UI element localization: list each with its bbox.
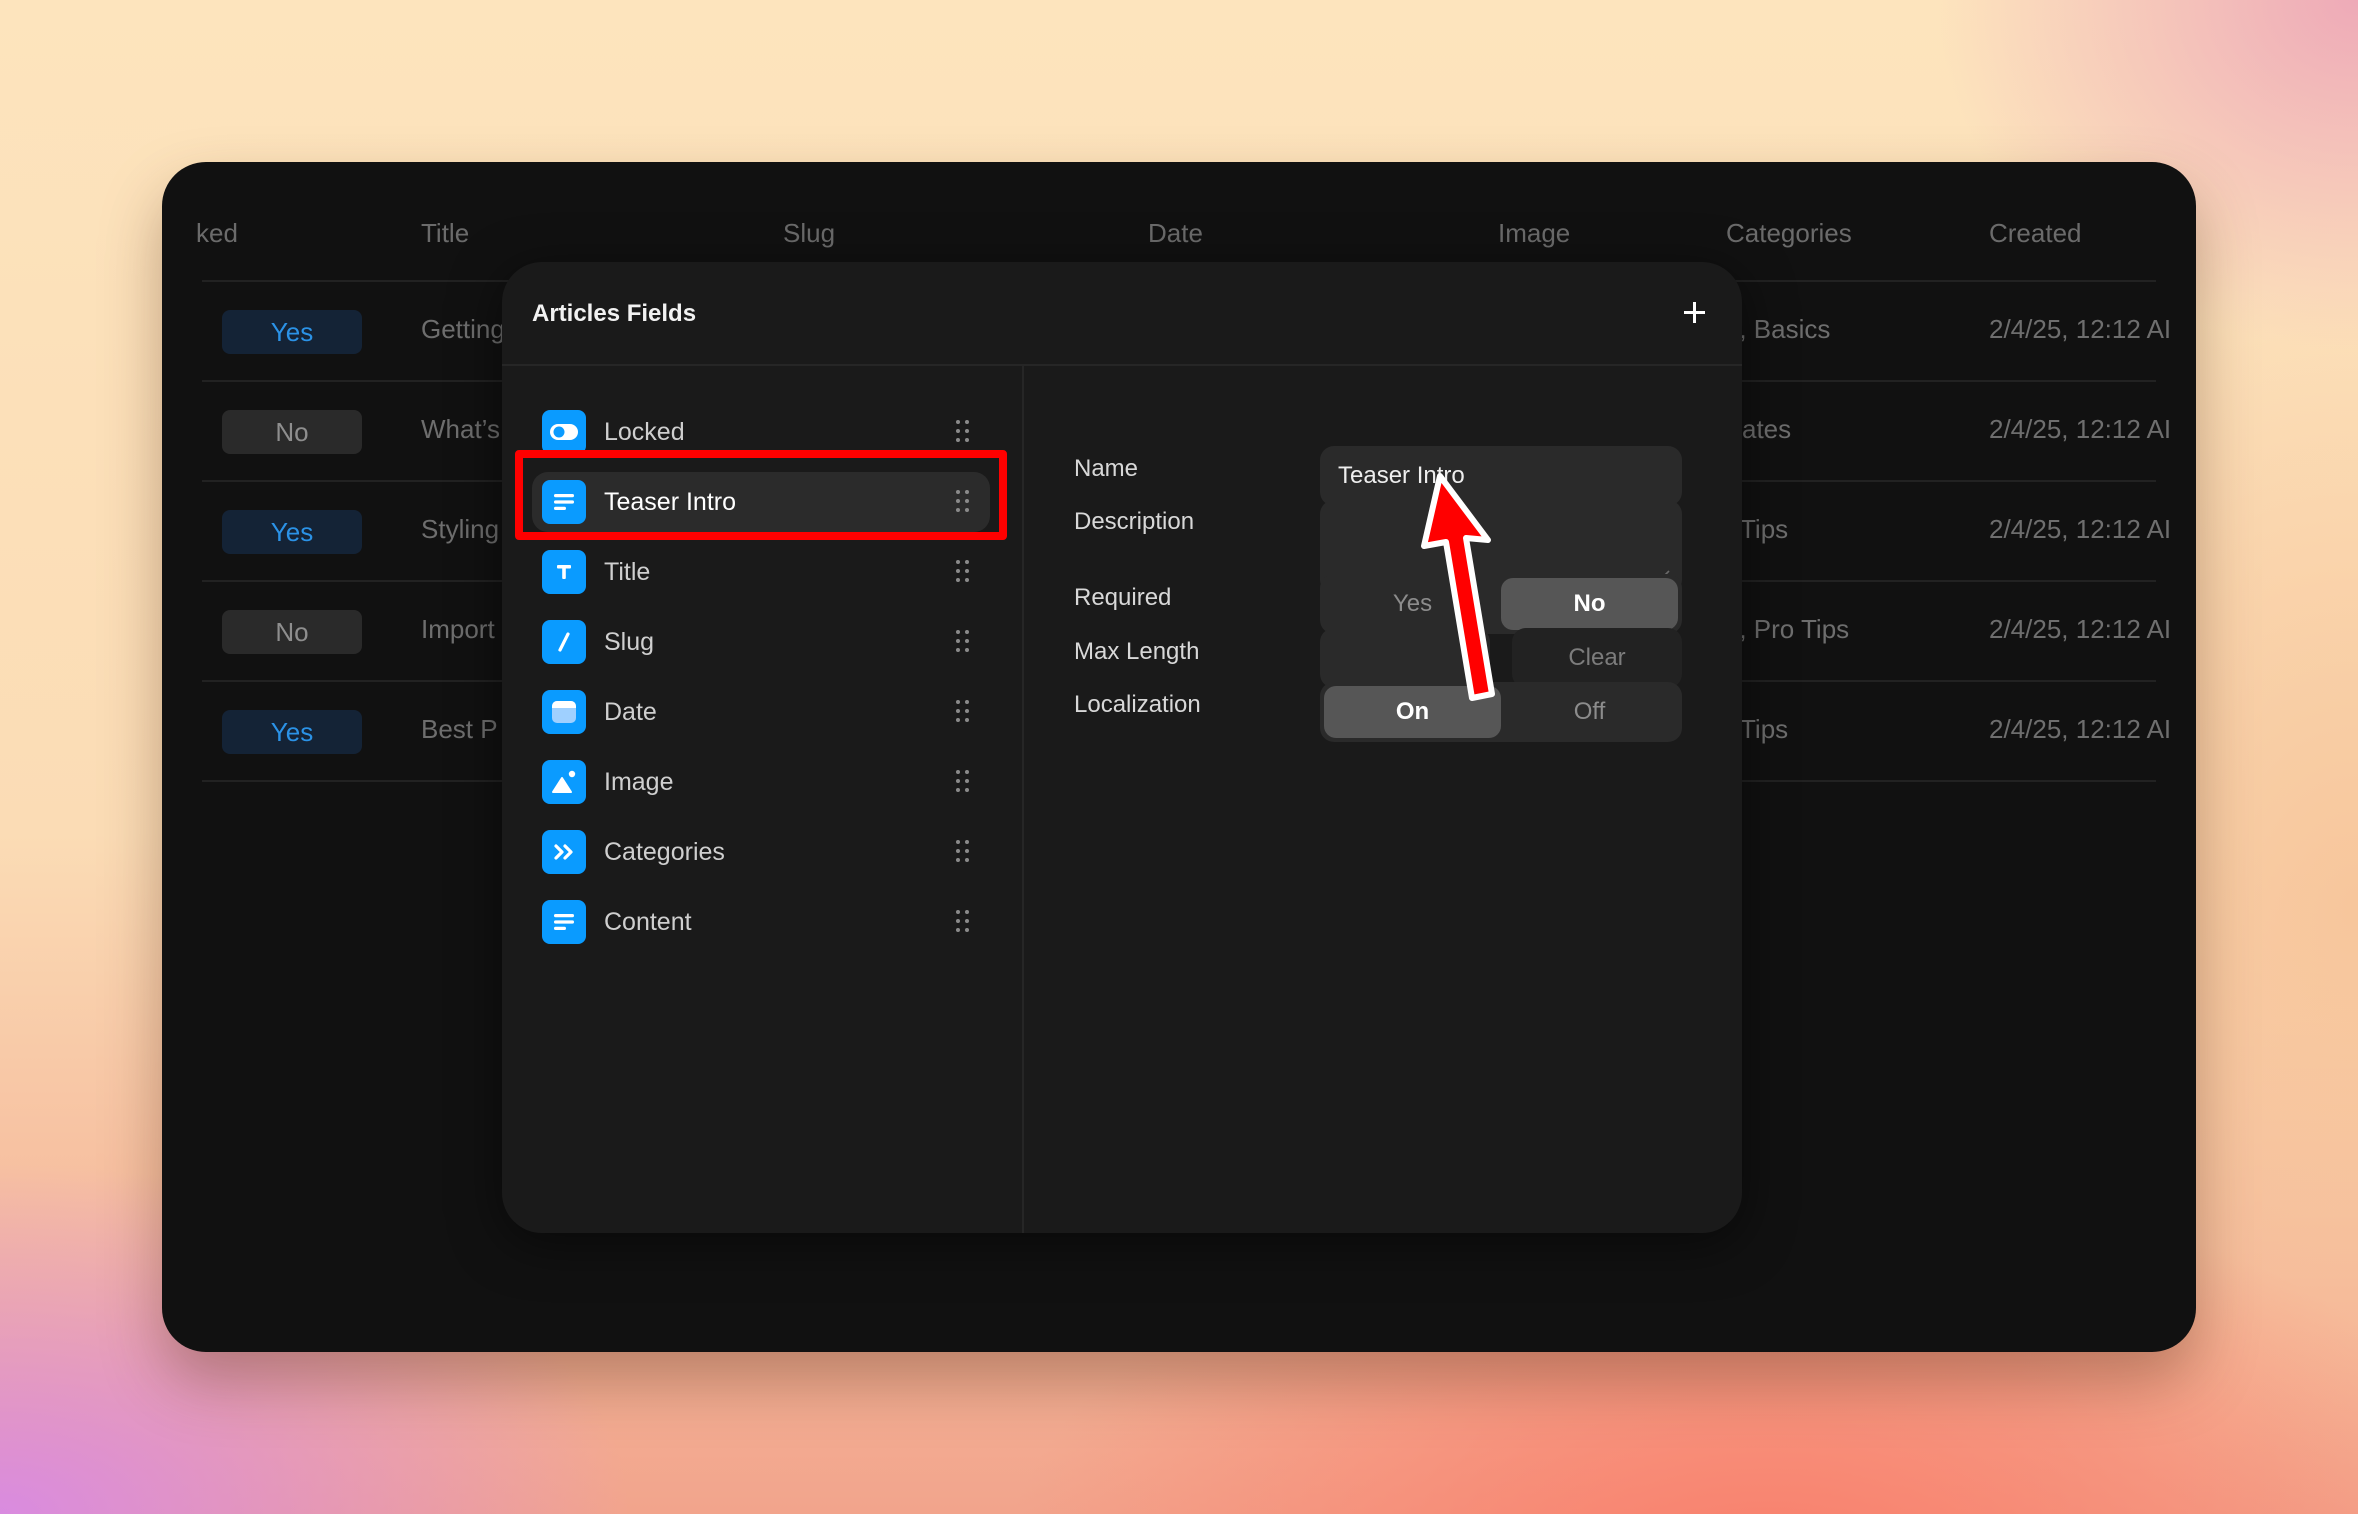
categories-cell: Tips — [1740, 514, 1789, 544]
text-lines-icon — [542, 480, 586, 524]
localization-toggle: On Off — [1320, 682, 1682, 742]
required-toggle: Yes No — [1320, 574, 1682, 634]
field-item-content[interactable]: Content — [532, 892, 990, 952]
column-header-created[interactable]: Created — [1989, 218, 2082, 249]
drag-handle-icon[interactable] — [956, 490, 970, 514]
column-header-date[interactable]: Date — [1148, 218, 1203, 249]
field-label: Title — [604, 558, 651, 586]
field-item-image[interactable]: Image — [532, 752, 990, 812]
categories-cell: Tips — [1740, 714, 1789, 744]
created-cell: 2/4/25, 12:12 AI — [1989, 414, 2172, 444]
column-header-image[interactable]: Image — [1498, 218, 1570, 249]
field-label: Date — [604, 698, 657, 726]
field-label: Slug — [604, 628, 655, 656]
field-item-slug[interactable]: Slug — [532, 612, 990, 672]
created-cell: 2/4/25, 12:12 AI — [1989, 714, 2172, 744]
column-header-locked[interactable]: ked — [196, 218, 238, 249]
field-item-categories[interactable]: Categories — [532, 822, 990, 882]
drag-handle-icon[interactable] — [956, 840, 970, 864]
column-header-categories[interactable]: Categories — [1726, 218, 1852, 249]
locked-badge: Yes — [222, 710, 362, 754]
drag-handle-icon[interactable] — [956, 560, 970, 584]
created-cell: 2/4/25, 12:12 AI — [1989, 514, 2172, 544]
field-item-date[interactable]: Date — [532, 682, 990, 742]
field-item-teaser-intro[interactable]: Teaser Intro — [532, 472, 990, 532]
field-label: Image — [604, 768, 674, 796]
field-item-locked[interactable]: Locked — [532, 402, 990, 462]
required-yes-option[interactable]: Yes — [1324, 578, 1501, 630]
panel-divider — [1022, 366, 1024, 1233]
categories-cell: ates — [1742, 414, 1792, 444]
description-label: Description — [1074, 508, 1195, 535]
add-field-button[interactable] — [1676, 294, 1712, 330]
field-label: Categories — [604, 838, 725, 866]
name-input[interactable] — [1320, 446, 1682, 506]
title-cell: Getting — [421, 314, 505, 344]
clear-button[interactable]: Clear — [1512, 628, 1682, 688]
drag-handle-icon[interactable] — [956, 420, 970, 444]
drag-handle-icon[interactable] — [956, 770, 970, 794]
localization-on-option[interactable]: On — [1324, 686, 1501, 738]
locked-badge: No — [222, 610, 362, 654]
image-icon — [542, 760, 586, 804]
locked-badge: No — [222, 410, 362, 454]
locked-badge: Yes — [222, 310, 362, 354]
fields-modal: Articles Fields Locked Teaser Intro Titl… — [502, 262, 1742, 1233]
app-window: ked Title Slug Date Image Categories Cre… — [162, 162, 2196, 1352]
title-cell: Styling — [421, 514, 500, 544]
modal-title: Articles Fields — [532, 300, 697, 327]
required-no-option[interactable]: No — [1501, 578, 1678, 630]
title-cell: What’s — [421, 414, 500, 444]
name-label: Name — [1074, 455, 1139, 482]
drag-handle-icon[interactable] — [956, 700, 970, 724]
slash-icon — [542, 620, 586, 664]
modal-header: Articles Fields — [502, 262, 1742, 366]
title-cell: Import — [421, 614, 495, 644]
created-cell: 2/4/25, 12:12 AI — [1989, 314, 2172, 344]
toggle-icon — [542, 410, 586, 454]
column-header-slug[interactable]: Slug — [783, 218, 835, 249]
drag-handle-icon[interactable] — [956, 630, 970, 654]
calendar-icon — [542, 690, 586, 734]
double-chevron-right-icon — [542, 830, 586, 874]
field-label: Content — [604, 908, 692, 936]
localization-label: Localization — [1074, 691, 1201, 718]
field-item-title[interactable]: Title — [532, 542, 990, 602]
required-label: Required — [1074, 584, 1172, 611]
localization-off-option[interactable]: Off — [1501, 686, 1678, 738]
max-length-label: Max Length — [1074, 638, 1200, 665]
title-cell: Best P — [421, 714, 498, 744]
max-length-input[interactable] — [1320, 628, 1490, 688]
letter-t-icon — [542, 550, 586, 594]
field-label: Teaser Intro — [604, 488, 737, 516]
field-list: Locked Teaser Intro Title Slug Date Imag… — [502, 366, 1022, 1233]
field-label: Locked — [604, 418, 685, 446]
column-header-title[interactable]: Title — [421, 218, 469, 249]
locked-badge: Yes — [222, 510, 362, 554]
drag-handle-icon[interactable] — [956, 910, 970, 934]
created-cell: 2/4/25, 12:12 AI — [1989, 614, 2172, 644]
text-lines-icon — [542, 900, 586, 944]
